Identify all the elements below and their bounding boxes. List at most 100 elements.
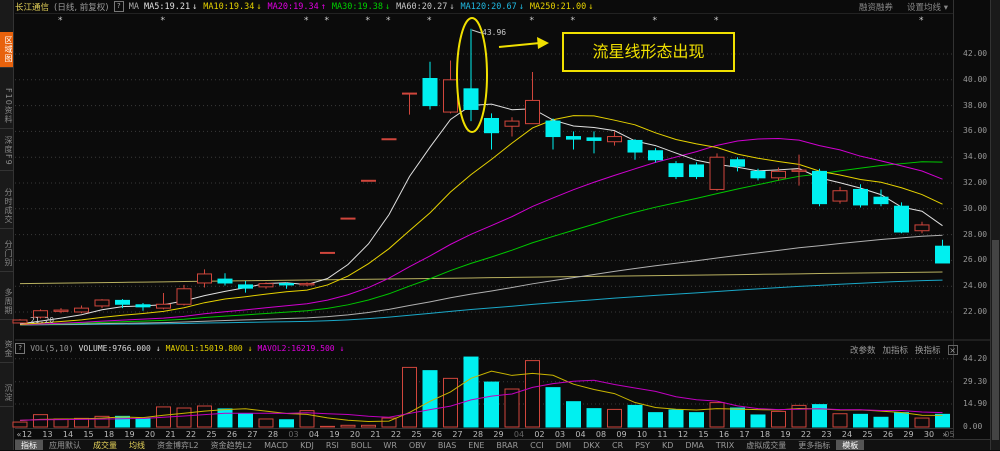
indicator-tab[interactable]: 指标 xyxy=(15,440,43,450)
event-marker-icon[interactable]: * xyxy=(304,16,309,26)
candle-down[interactable] xyxy=(689,162,704,180)
indicator-tab[interactable]: BRAR xyxy=(490,440,524,450)
candle-up[interactable] xyxy=(94,299,110,309)
candle-up[interactable] xyxy=(791,154,807,186)
candle-down[interactable] xyxy=(135,302,151,311)
kline-chart[interactable]: * * * * * * * * * * * * xyxy=(0,0,990,438)
ma30-line xyxy=(19,161,943,326)
indicator-tab[interactable]: ENE xyxy=(462,440,490,450)
candle-down[interactable] xyxy=(627,139,643,160)
candle-down[interactable] xyxy=(853,184,868,208)
candle-body xyxy=(607,136,622,143)
indicator-tab[interactable]: DMA xyxy=(679,440,710,450)
candle-up[interactable] xyxy=(258,282,274,289)
event-marker-icon[interactable]: * xyxy=(58,16,63,26)
event-marker-icon[interactable]: * xyxy=(325,16,330,26)
candle-down[interactable] xyxy=(463,28,479,122)
candle-up[interactable] xyxy=(504,117,520,137)
volume-bar xyxy=(279,419,294,428)
indicator-tab[interactable]: DMI xyxy=(550,440,577,450)
candle-up[interactable] xyxy=(53,308,69,314)
indicator-tab[interactable]: 虚拟成交量 xyxy=(740,440,792,450)
add-indicator-button[interactable]: 加指标 xyxy=(883,344,909,356)
candle-up[interactable] xyxy=(361,179,376,182)
indicator-tab[interactable]: 模板 xyxy=(836,440,865,450)
event-marker-icon[interactable]: * xyxy=(427,16,432,26)
candle-down[interactable] xyxy=(668,161,684,180)
candle-down[interactable] xyxy=(873,189,889,207)
candle-down[interactable] xyxy=(648,148,663,163)
event-marker-icon[interactable]: * xyxy=(366,16,371,26)
indicator-tab[interactable]: RSI xyxy=(320,440,345,450)
candle-up[interactable] xyxy=(709,153,725,191)
volume-bar xyxy=(627,404,643,428)
event-marker-icon[interactable]: * xyxy=(530,16,535,26)
indicator-tab[interactable]: DKX xyxy=(577,440,606,450)
date-tick-label: 29 xyxy=(493,430,504,439)
indicator-tab[interactable]: KDJ xyxy=(294,440,320,450)
indicator-tab[interactable]: KD xyxy=(656,440,679,450)
candle-up[interactable] xyxy=(340,217,356,220)
candle-up[interactable] xyxy=(320,251,335,254)
event-marker-icon[interactable]: * xyxy=(386,16,391,26)
close-indicator-button[interactable]: × xyxy=(947,345,958,355)
candle-up[interactable] xyxy=(402,92,417,115)
candle-up[interactable] xyxy=(381,138,397,141)
event-marker-icon[interactable]: * xyxy=(571,16,576,26)
candle-up[interactable] xyxy=(74,305,89,314)
event-marker-icon[interactable]: * xyxy=(653,16,658,26)
candle-body xyxy=(74,307,89,313)
indicator-tab[interactable]: 资金趋势L2 xyxy=(205,440,259,450)
indicator-tab[interactable]: PSY xyxy=(629,440,656,450)
volume-help-button[interactable]: ? xyxy=(15,343,26,354)
date-tick-label: 10 xyxy=(636,430,648,439)
candle-down[interactable] xyxy=(894,202,909,234)
indicator-tab[interactable]: CR xyxy=(606,440,629,450)
candle-up[interactable] xyxy=(156,293,171,310)
candle-down[interactable] xyxy=(217,273,233,286)
candle-down[interactable] xyxy=(730,157,745,172)
candle-down[interactable] xyxy=(935,239,950,264)
candle-up[interactable] xyxy=(832,186,848,204)
candle-down[interactable] xyxy=(279,282,294,289)
indicator-tab[interactable]: 更多指标 xyxy=(792,440,836,450)
volume-tick-label: 29.30 xyxy=(963,376,988,386)
candle-down[interactable] xyxy=(238,281,253,293)
candle-up[interactable] xyxy=(197,269,212,288)
indicator-tab[interactable]: TRIX xyxy=(710,440,740,450)
candle-down[interactable] xyxy=(545,118,561,150)
candle-down[interactable] xyxy=(812,168,827,207)
indicator-tab[interactable]: 均线 xyxy=(123,440,151,450)
candle-up[interactable] xyxy=(443,60,458,114)
switch-indicator-button[interactable]: 换指标 xyxy=(915,344,941,356)
scrollbar[interactable] xyxy=(990,0,1000,450)
candle-down[interactable] xyxy=(422,61,438,110)
candle-up[interactable] xyxy=(914,221,930,234)
indicator-tab[interactable]: BIAS xyxy=(432,440,462,450)
candle-down[interactable] xyxy=(484,113,499,150)
indicator-tab[interactable]: WR xyxy=(377,440,402,450)
scroll-left-button[interactable]: « xyxy=(17,430,22,439)
date-tick-label: 29 xyxy=(903,430,914,439)
candle-down[interactable] xyxy=(566,131,581,150)
event-marker-icon[interactable]: * xyxy=(714,16,719,26)
volume-tick-label: 14.90 xyxy=(963,398,988,408)
indicator-tab[interactable]: OBV xyxy=(403,440,432,450)
event-marker-icon[interactable]: * xyxy=(919,16,924,26)
candle-up[interactable] xyxy=(12,319,28,324)
candle-up[interactable] xyxy=(176,284,192,306)
volume-bar xyxy=(12,421,28,428)
candle-down[interactable] xyxy=(586,131,602,154)
event-marker-icon[interactable]: * xyxy=(161,16,166,26)
indicator-tab[interactable]: 资金博弈L2 xyxy=(151,440,205,450)
indicator-tab[interactable]: BOLL xyxy=(345,440,378,450)
indicator-tab[interactable]: MACD xyxy=(258,440,294,450)
indicator-tab[interactable]: CCI xyxy=(524,440,550,450)
date-tick-label: 21 xyxy=(370,430,381,439)
indicator-tab[interactable]: 成交量 xyxy=(87,440,123,450)
change-params-button[interactable]: 改参数 xyxy=(850,344,876,356)
scrollbar-thumb[interactable] xyxy=(992,240,999,440)
indicator-tab[interactable]: 应用默认 xyxy=(43,440,87,450)
candle-body xyxy=(299,283,315,286)
ma60-line xyxy=(19,234,943,326)
